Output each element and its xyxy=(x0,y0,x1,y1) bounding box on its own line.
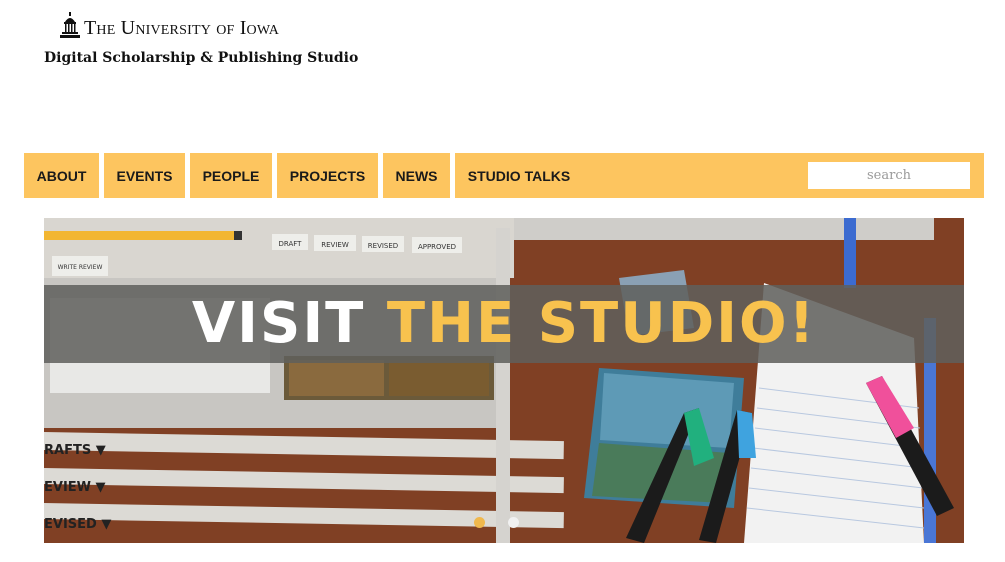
carousel-dot-1[interactable] xyxy=(474,517,485,528)
hero-headline-the-studio: THE STUDIO! xyxy=(386,291,817,356)
nav-events[interactable]: EVENTS xyxy=(104,153,190,198)
nav-studio-talks-label: STUDIO TALKS xyxy=(467,167,571,184)
board-label-review: REVIEW xyxy=(321,241,349,249)
nav-studio-talks[interactable]: STUDIO TALKS xyxy=(455,153,583,198)
hero-carousel[interactable]: DRAFT REVIEW REVISED APPROVED WRITE REVI… xyxy=(44,218,964,543)
search-input[interactable] xyxy=(808,162,970,189)
university-logo[interactable]: The University of Iowa xyxy=(60,10,279,38)
nav-about[interactable]: ABOUT xyxy=(24,153,104,198)
nav-projects-label: PROJECTS xyxy=(289,167,366,184)
board-label-drafts: RAFTS ▼ xyxy=(44,443,106,458)
nav-events-label: EVENTS xyxy=(116,167,173,184)
university-name: The University of Iowa xyxy=(84,17,280,39)
nav-about-label: ABOUT xyxy=(36,167,87,184)
hero-headline-visit: VISIT xyxy=(191,291,366,356)
board-label-draft: DRAFT xyxy=(279,240,303,248)
nav-people[interactable]: PEOPLE xyxy=(190,153,277,198)
board-label-review-row: EVIEW ▼ xyxy=(44,480,106,495)
nav-news[interactable]: NEWS xyxy=(383,153,455,198)
capitol-dome-icon xyxy=(60,12,80,38)
carousel-dot-2[interactable] xyxy=(508,517,519,528)
hero-banner: VISIT THE STUDIO! xyxy=(44,285,964,363)
board-label-write-review: WRITE REVIEW xyxy=(58,264,103,271)
nav-people-label: PEOPLE xyxy=(202,167,260,184)
board-label-revised-row: EVISED ▼ xyxy=(44,517,111,532)
main-nav: ABOUT EVENTS PEOPLE PROJECTS NEWS STUDIO… xyxy=(24,153,984,198)
hero-headline: VISIT THE STUDIO! xyxy=(192,296,816,352)
hero-photo: DRAFT REVIEW REVISED APPROVED WRITE REVI… xyxy=(44,218,964,543)
studio-name[interactable]: Digital Scholarship & Publishing Studio xyxy=(44,50,358,66)
nav-news-label: NEWS xyxy=(395,167,438,184)
board-label-approved: APPROVED xyxy=(418,243,456,251)
nav-projects[interactable]: PROJECTS xyxy=(277,153,383,198)
board-label-revised: REVISED xyxy=(368,242,398,250)
